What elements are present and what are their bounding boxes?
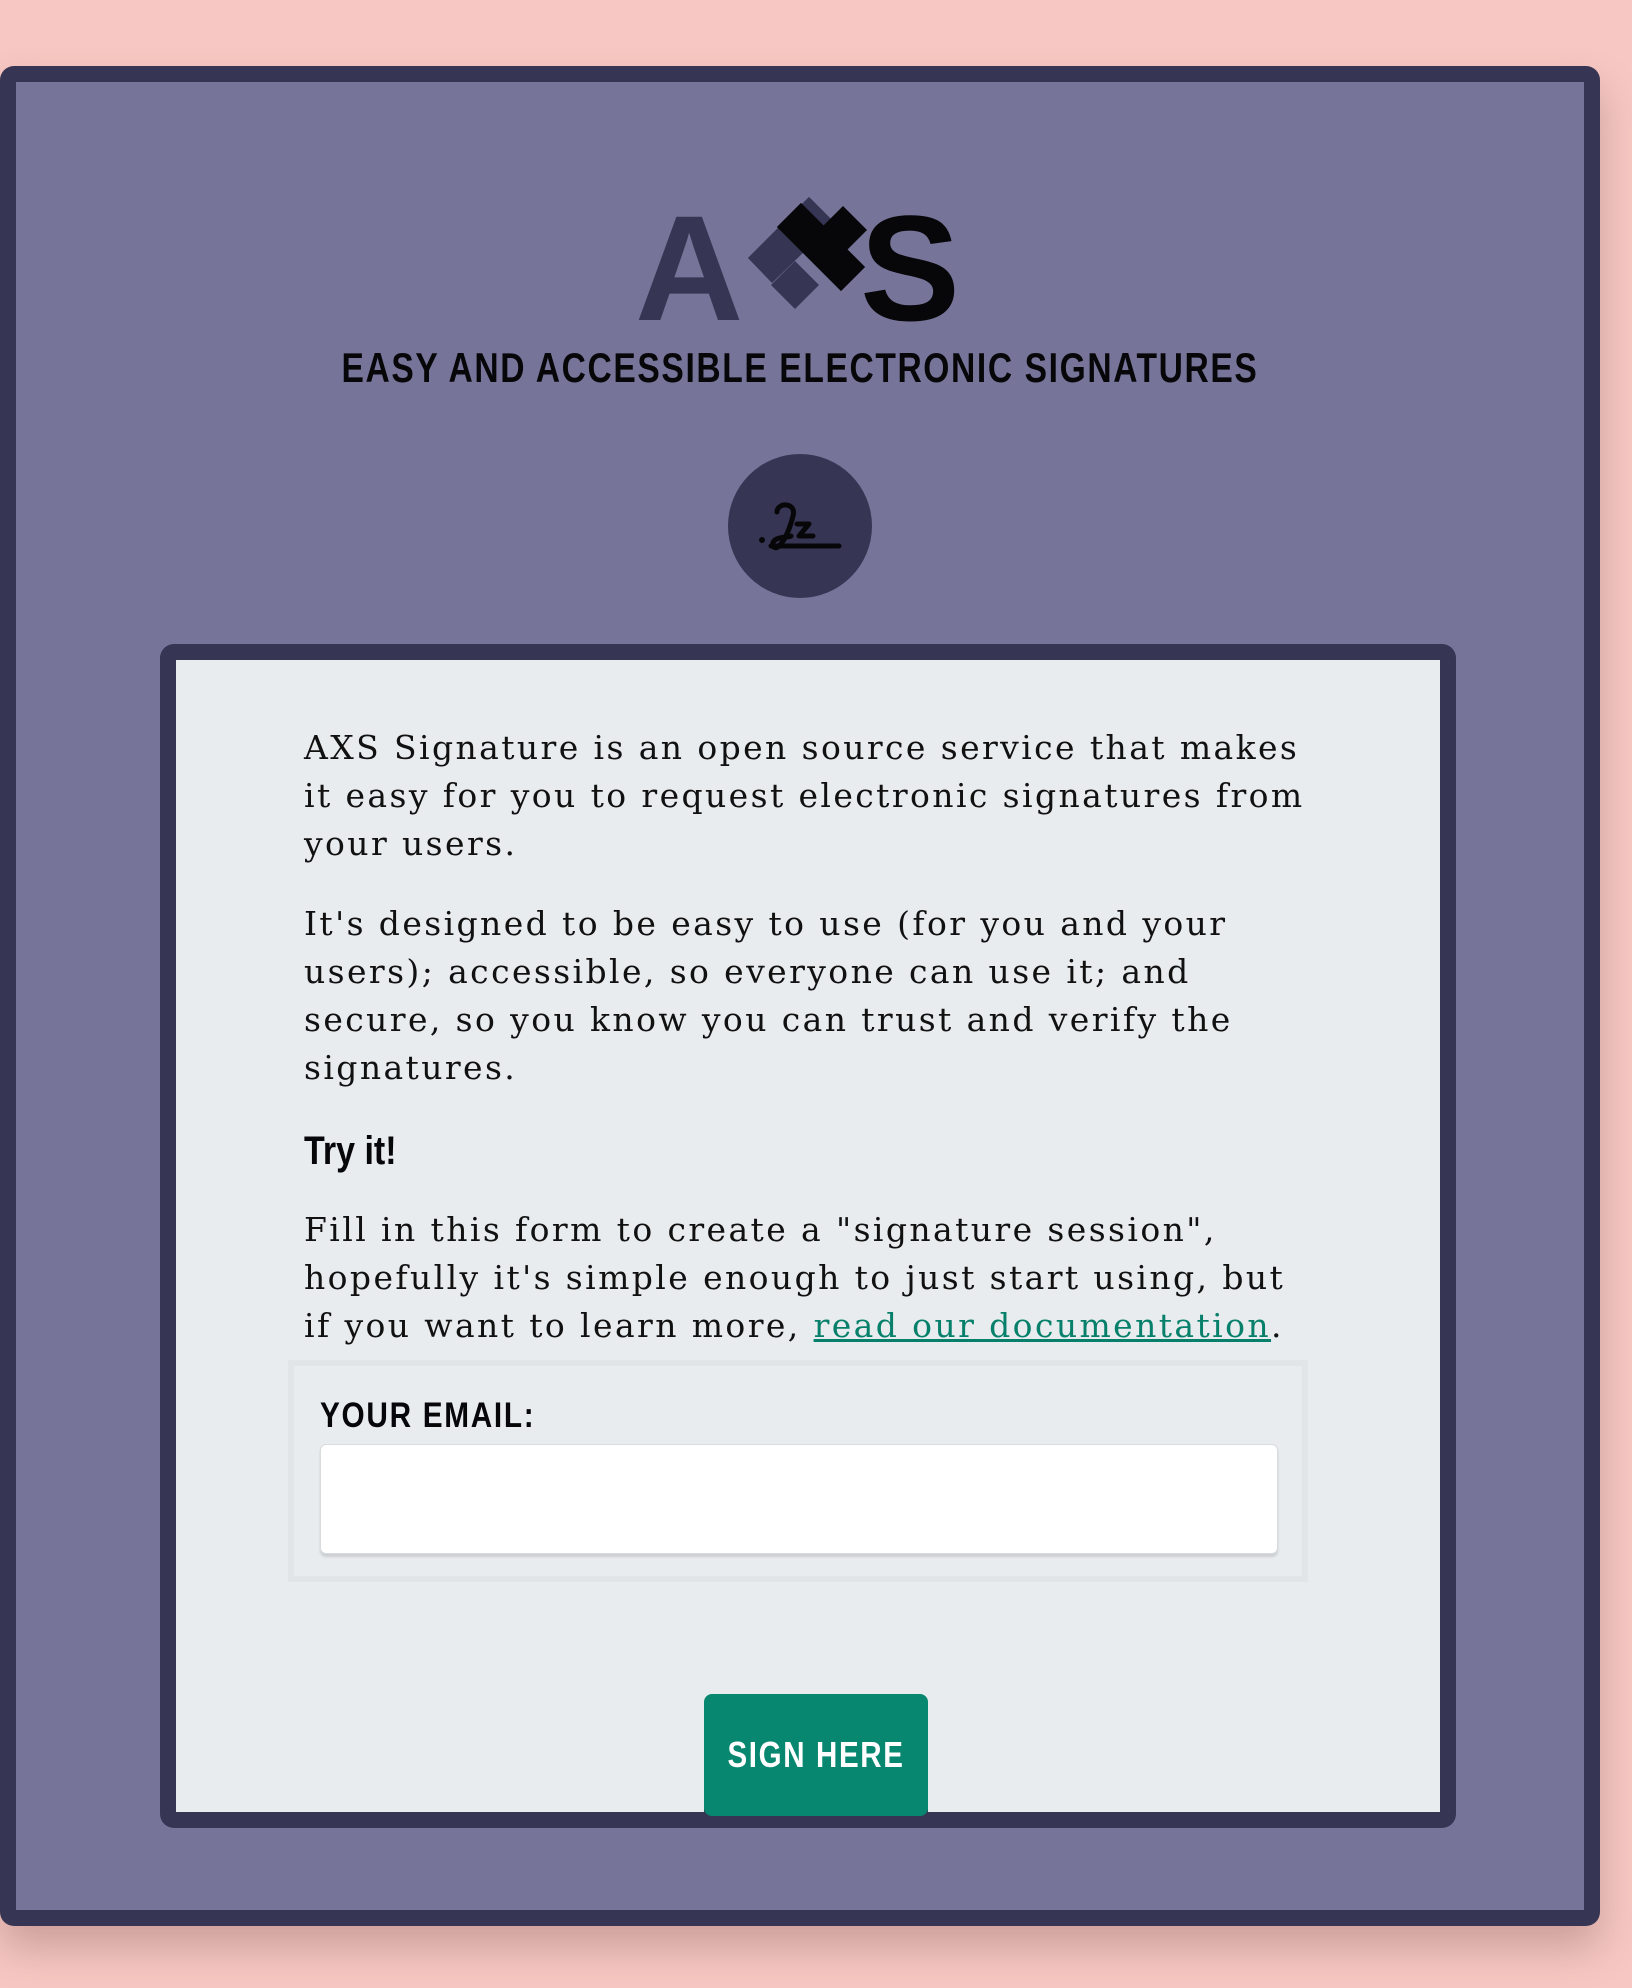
tagline: EASY AND ACCESSIBLE ELECTRONIC SIGNATURE… (341, 344, 1259, 391)
email-form-group: YOUR EMAIL: (288, 1360, 1308, 1582)
signature-icon (759, 502, 842, 551)
main-card: AXS Signature is an open source service … (160, 644, 1456, 1828)
axs-logo-mark: A S (635, 184, 960, 330)
try-it-heading: Try it! (304, 1129, 397, 1173)
logo-letter-x (748, 197, 867, 309)
logo-letter-s: S (860, 184, 960, 330)
email-input[interactable] (320, 1444, 1278, 1554)
try-it-text-end: . (1271, 1306, 1284, 1345)
sign-here-label: SIGN HERE (727, 1734, 905, 1775)
axs-logo: A S (16, 170, 1584, 330)
documentation-link[interactable]: read our documentation (814, 1306, 1271, 1345)
logo-letter-a: A (635, 184, 743, 330)
card-content: AXS Signature is an open source service … (304, 724, 1324, 1382)
intro-paragraph-2: It's designed to be easy to use (for you… (304, 904, 1233, 1087)
sign-here-button[interactable]: SIGN HERE (704, 1694, 928, 1816)
app-frame: A S EASY AND ACCESSIBLE ELECTRONIC SIGNA… (0, 66, 1600, 1926)
intro-paragraph-1: AXS Signature is an open source service … (304, 728, 1305, 863)
try-it-paragraph: Fill in this form to create a "signature… (304, 1206, 1324, 1350)
email-label: YOUR EMAIL: (320, 1396, 536, 1435)
signature-badge (728, 454, 872, 598)
